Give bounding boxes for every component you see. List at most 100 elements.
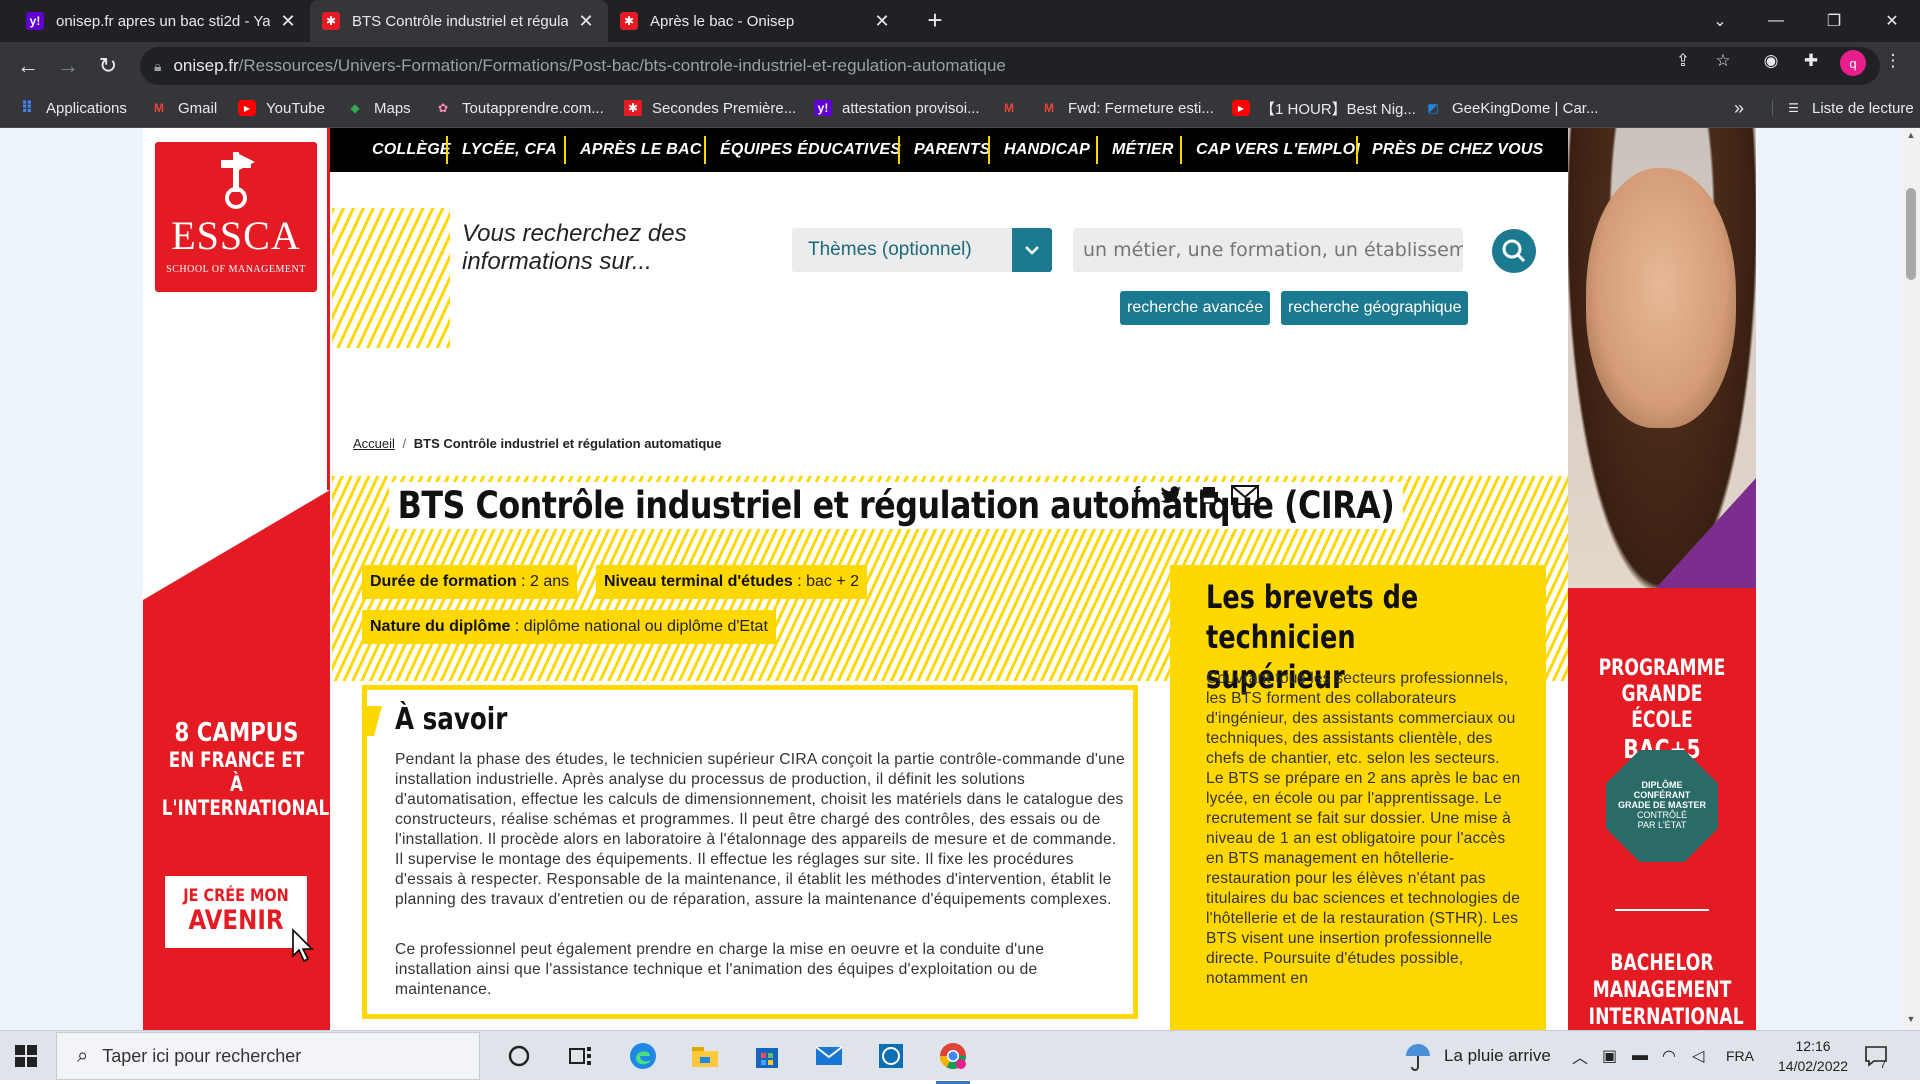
ad-line-2: EN FRANCE ET À — [168, 748, 305, 796]
taskbar-search-box[interactable]: ⌕ Taper ici pour rechercher — [56, 1032, 480, 1080]
themes-select[interactable]: Thèmes (optionnel) — [792, 228, 1052, 272]
nav-equipes-educatives[interactable]: ÉQUIPES ÉDUCATIVES — [708, 128, 913, 172]
bookmark-youtube[interactable]: ▶ YouTube — [238, 90, 325, 126]
scrollbar-thumb[interactable] — [1906, 188, 1916, 280]
ad-diagonal — [143, 490, 330, 600]
windows-start-icon[interactable] — [12, 1042, 40, 1070]
bookmarks-bar: ⠿ Applications M Gmail ▶ YouTube ◆ Maps … — [0, 90, 1920, 128]
bookmark-maps[interactable]: ◆ Maps — [346, 90, 411, 126]
menu-kebab-icon[interactable]: ⋮ — [1882, 51, 1904, 73]
gmail-icon: M — [1044, 101, 1054, 115]
battery-icon[interactable]: ▬ — [1632, 1031, 1648, 1081]
bookmark-gmail-2[interactable]: M — [1000, 90, 1028, 126]
profile-avatar[interactable]: q — [1840, 50, 1866, 76]
bookmark-secondes[interactable]: ✱ Secondes Première... — [624, 90, 796, 126]
advanced-search-button[interactable]: recherche avancée — [1120, 291, 1271, 325]
extension-a-icon[interactable]: ◉ — [1760, 51, 1782, 73]
tab-title: onisep.fr apres un bac sti2d - Yah — [56, 12, 270, 30]
file-explorer-icon[interactable] — [684, 1035, 726, 1077]
back-icon[interactable]: ← — [12, 50, 44, 82]
share-icon[interactable]: ⇪ — [1672, 51, 1694, 73]
ad-cta-button[interactable]: JE CRÉE MON AVENIR — [165, 876, 307, 948]
tab-search-chevron-icon[interactable]: ⌄ — [1690, 0, 1750, 42]
reload-icon[interactable]: ↻ — [92, 50, 124, 82]
essca-key-icon — [221, 152, 255, 209]
network-icon[interactable]: ◠ — [1662, 1031, 1676, 1081]
cta-line-2: AVENIR — [188, 905, 284, 936]
task-view-icon[interactable] — [560, 1035, 602, 1077]
scroll-up-icon[interactable]: ▲ — [1906, 130, 1916, 140]
nav-metier[interactable]: MÉTIER — [1100, 128, 1186, 172]
mail-app-icon[interactable] — [808, 1035, 850, 1077]
bookmark-label: Maps — [374, 99, 411, 117]
search-input[interactable] — [1073, 228, 1463, 272]
nav-separator — [1096, 136, 1098, 164]
restore-button[interactable]: ❐ — [1804, 0, 1864, 42]
nav-cap-vers-emploi[interactable]: CAP VERS L'EMPLOI — [1184, 128, 1372, 172]
bookmark-1-hour[interactable]: ▶ 【1 HOUR】Best Nig... — [1232, 90, 1416, 126]
bookmark-label: Applications — [46, 99, 127, 117]
microsoft-store-icon[interactable] — [746, 1035, 788, 1077]
nav-handicap[interactable]: HANDICAP — [992, 128, 1102, 172]
brevets-sidebar: Les brevets de technicien supérieur Couv… — [1170, 565, 1546, 1030]
ad-line-1: 8 CAMPUS — [174, 718, 299, 748]
weather-text: La pluie arrive — [1444, 1046, 1551, 1065]
cortana-icon[interactable] — [498, 1035, 540, 1077]
a-savoir-paragraph-1: Pendant la phase des études, le technici… — [395, 751, 1125, 908]
print-icon[interactable] — [1194, 480, 1224, 510]
extensions-puzzle-icon[interactable]: ✚ — [1800, 51, 1822, 73]
bookmark-attestation[interactable]: y! attestation provisoi... — [814, 90, 980, 126]
mouse-cursor-icon — [292, 928, 314, 963]
nav-pres-de-chez-vous[interactable]: PRÈS DE CHEZ VOUS — [1360, 128, 1555, 172]
essca-ad-left[interactable]: ESSCA SCHOOL OF MANAGEMENT 8 CAMPUS EN F… — [143, 128, 330, 1030]
chevron-down-icon[interactable] — [1012, 228, 1052, 272]
nav-lycee-cfa[interactable]: LYCÉE, CFA — [450, 128, 569, 172]
bookmark-geekingdome[interactable]: ◩ GeeKingDome | Car... — [1424, 90, 1598, 126]
tab-bts-cira[interactable]: ✱ BTS Contrôle industriel et régulat ✕ — [310, 0, 608, 42]
volume-icon[interactable]: ◁ — [1692, 1031, 1704, 1081]
tab-apres-le-bac[interactable]: ✱ Après le bac - Onisep ✕ — [608, 0, 904, 42]
twitter-icon[interactable] — [1156, 480, 1186, 510]
edge-icon[interactable] — [622, 1035, 664, 1077]
nav-apres-le-bac[interactable]: APRÈS LE BAC — [568, 128, 714, 172]
close-tab-icon[interactable]: ✕ — [278, 11, 298, 32]
bookmark-applications[interactable]: ⠿ Applications — [18, 90, 127, 126]
scroll-down-icon[interactable]: ▼ — [1906, 1014, 1916, 1024]
ad-programme-text: PROGRAMME GRANDE ÉCOLE BAC+5 — [1568, 656, 1756, 766]
weather-widget[interactable]: La pluie arrive — [1402, 1031, 1551, 1081]
reading-list-button[interactable]: ☰ Liste de lecture — [1772, 90, 1914, 126]
badge-line-5: PAR L'ÉTAT — [1637, 820, 1687, 830]
breadcrumb-home-link[interactable]: Accueil — [353, 436, 395, 451]
mail-icon[interactable] — [1230, 480, 1260, 510]
breadcrumb-separator: / — [402, 436, 407, 451]
tab-yahoo[interactable]: y! onisep.fr apres un bac sti2d - Yah ✕ — [14, 0, 310, 42]
facebook-icon[interactable]: f — [1122, 480, 1152, 510]
fact-duree: Durée de formation : 2 ans — [362, 565, 578, 599]
geo-search-button[interactable]: recherche géographique — [1281, 291, 1469, 325]
minimize-button[interactable]: — — [1746, 0, 1806, 42]
notification-center-icon[interactable]: 7 — [1864, 1031, 1888, 1081]
address-bar[interactable]: 🔒︎ onisep.fr/Ressources/Univers-Formatio… — [140, 47, 1880, 85]
essca-ad-right[interactable]: PROGRAMME GRANDE ÉCOLE BAC+5 DIPLÔME CON… — [1568, 128, 1756, 1030]
clock[interactable]: 12:16 14/02/2022 — [1778, 1031, 1848, 1081]
more-bookmarks-button[interactable]: » — [1734, 90, 1744, 126]
close-tab-icon[interactable]: ✕ — [872, 11, 892, 32]
forward-icon[interactable]: → — [52, 50, 84, 82]
input-language[interactable]: FRA — [1726, 1031, 1754, 1081]
bookmark-fwd-fermeture[interactable]: M Fwd: Fermeture esti... — [1040, 90, 1214, 126]
close-tab-icon[interactable]: ✕ — [576, 11, 596, 32]
meet-now-icon[interactable]: ▣ — [1602, 1031, 1617, 1081]
browser-tab-strip: y! onisep.fr apres un bac sti2d - Yah ✕ … — [0, 0, 1920, 42]
chrome-icon[interactable] — [932, 1035, 974, 1084]
bookmark-toutapprendre[interactable]: ✿ Toutapprendre.com... — [434, 90, 604, 126]
new-tab-button[interactable]: + — [920, 6, 950, 36]
search-button[interactable] — [1492, 229, 1536, 273]
tray-overflow-chevron-icon[interactable]: ︿ — [1572, 1031, 1588, 1081]
page-scrollbar[interactable]: ▲ ▼ — [1902, 128, 1920, 1030]
bookmark-gmail[interactable]: M Gmail — [150, 90, 217, 126]
lock-icon[interactable]: 🔒︎ — [154, 58, 161, 75]
dell-app-icon[interactable] — [870, 1035, 912, 1077]
youtube-icon: ▶ — [1232, 100, 1250, 116]
bookmark-star-icon[interactable]: ☆ — [1712, 51, 1734, 73]
close-window-button[interactable]: ✕ — [1862, 0, 1920, 42]
